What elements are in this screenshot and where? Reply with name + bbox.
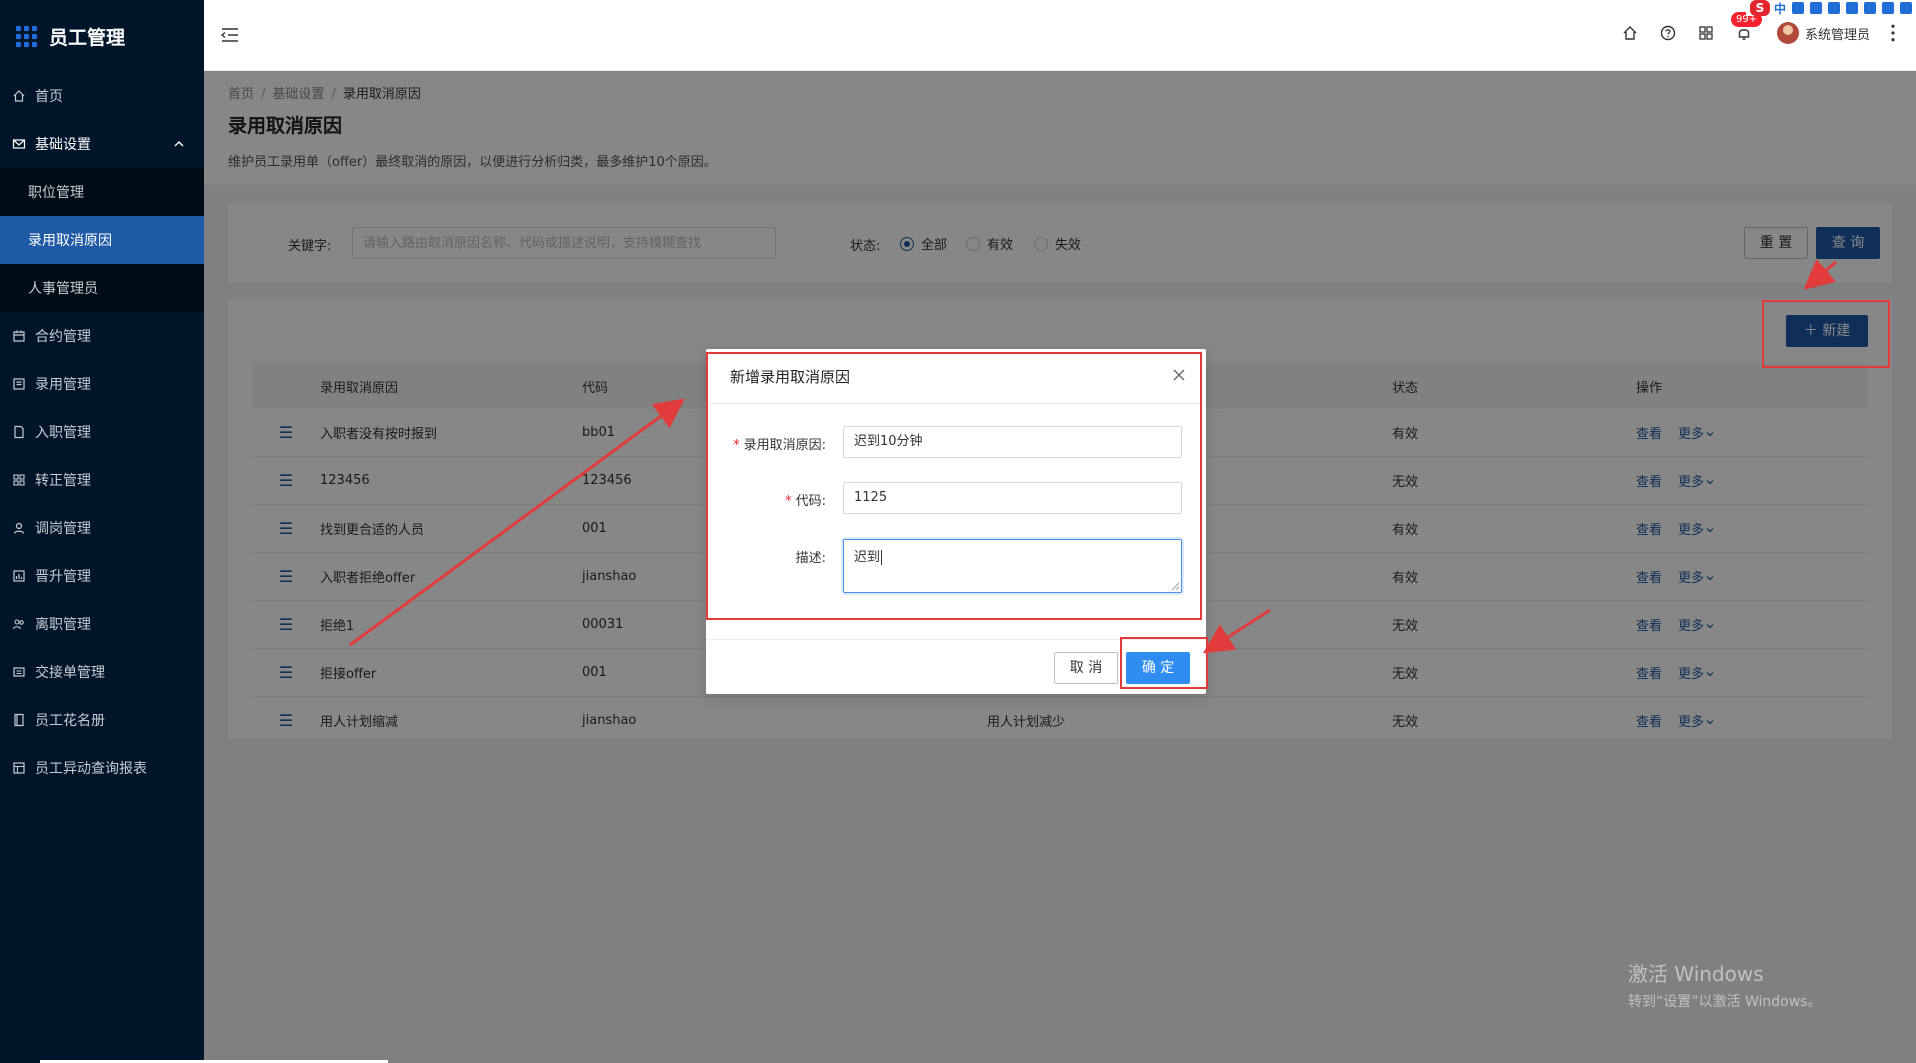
user-icon bbox=[12, 521, 26, 535]
sidebar-item-cancel-reason[interactable]: 录用取消原因 bbox=[0, 216, 204, 264]
sidebar-item-hiring[interactable]: 录用管理 bbox=[0, 360, 204, 408]
sidebar-item-label: 录用取消原因 bbox=[28, 233, 112, 249]
sidebar-item-label: 交接单管理 bbox=[35, 665, 105, 681]
sidebar-item-label: 调岗管理 bbox=[35, 521, 91, 537]
watermark-line1: 激活 Windows bbox=[1628, 962, 1764, 986]
home-icon[interactable] bbox=[1621, 24, 1639, 42]
chevron-up-icon bbox=[174, 141, 184, 147]
watermark-line2: 转到“设置”以激活 Windows。 bbox=[1628, 994, 1822, 1010]
sidebar-submenu: 职位管理 录用取消原因 人事管理员 bbox=[0, 168, 204, 312]
sidebar-item-label: 录用管理 bbox=[35, 377, 91, 393]
sidebar-item-label: 入职管理 bbox=[35, 425, 91, 441]
sidebar-item-promotion[interactable]: 晋升管理 bbox=[0, 552, 204, 600]
avatar[interactable] bbox=[1776, 22, 1799, 44]
annotation-box-new bbox=[1762, 300, 1890, 368]
ime-tool-icon[interactable] bbox=[1792, 2, 1804, 14]
sidebar-item-label: 晋升管理 bbox=[35, 569, 91, 585]
header-toolbar: 99+ 系统管理员 bbox=[1601, 12, 1902, 44]
sidebar-item-label: 员工异动查询报表 bbox=[35, 761, 147, 777]
ime-tool-icon[interactable] bbox=[1810, 2, 1822, 14]
top-header: 99+ 系统管理员 bbox=[204, 0, 1916, 71]
swap-icon bbox=[12, 665, 26, 679]
report-icon bbox=[12, 761, 26, 775]
ime-tool-icon[interactable] bbox=[1900, 2, 1912, 14]
sidebar-item-regularization[interactable]: 转正管理 bbox=[0, 456, 204, 504]
sidebar-item-contract[interactable]: 合约管理 bbox=[0, 312, 204, 360]
sogou-ime-icon[interactable]: S bbox=[1749, 0, 1770, 16]
sidebar-item-position[interactable]: 职位管理 bbox=[0, 168, 204, 216]
sidebar-item-hr-admin[interactable]: 人事管理员 bbox=[0, 264, 204, 312]
annotation-box-form bbox=[706, 352, 1202, 620]
menu-fold-icon[interactable] bbox=[220, 26, 240, 44]
chart-icon bbox=[12, 569, 26, 583]
apps-grid-icon bbox=[16, 25, 37, 47]
app-title: 员工管理 bbox=[49, 26, 126, 49]
sidebar-item-label: 人事管理员 bbox=[28, 281, 98, 297]
cancel-button[interactable]: 取 消 bbox=[1054, 652, 1118, 684]
sidebar-item-onboarding[interactable]: 入职管理 bbox=[0, 408, 204, 456]
sidebar-item-basic-settings[interactable]: 基础设置 bbox=[0, 120, 204, 168]
sidebar: 员工管理 首页 基础设置 职位管理 录用取消原因 人事管理员 合约管理 录用管理… bbox=[0, 0, 204, 1063]
sidebar-item-home[interactable]: 首页 bbox=[0, 72, 204, 120]
bell-icon[interactable]: 99+ bbox=[1730, 12, 1763, 42]
app-logo[interactable]: 员工管理 bbox=[0, 0, 204, 72]
sidebar-item-label: 合约管理 bbox=[35, 329, 91, 345]
sidebar-item-label: 转正管理 bbox=[35, 473, 91, 489]
windows-activation-watermark: 激活 Windows 转到“设置”以激活 Windows。 bbox=[1628, 958, 1821, 1011]
home-icon bbox=[12, 89, 26, 103]
sidebar-item-label: 首页 bbox=[35, 89, 63, 105]
ime-tool-icon[interactable] bbox=[1864, 2, 1876, 14]
users-icon bbox=[12, 617, 26, 631]
doc-icon bbox=[12, 377, 26, 391]
ime-toolbar: S 中 bbox=[1745, 0, 1916, 17]
sidebar-item-roster[interactable]: 员工花名册 bbox=[0, 696, 204, 744]
grid-icon bbox=[12, 473, 26, 487]
ime-tool-icon[interactable] bbox=[1882, 2, 1894, 14]
user-name[interactable]: 系统管理员 bbox=[1805, 24, 1870, 43]
sidebar-item-transfer[interactable]: 调岗管理 bbox=[0, 504, 204, 552]
ime-language[interactable]: 中 bbox=[1774, 0, 1786, 17]
mail-icon bbox=[12, 137, 26, 151]
ime-tool-icon[interactable] bbox=[1828, 2, 1840, 14]
sidebar-item-handover[interactable]: 交接单管理 bbox=[0, 648, 204, 696]
sidebar-item-label: 职位管理 bbox=[28, 185, 84, 201]
annotation-box-confirm bbox=[1120, 637, 1208, 689]
sidebar-item-label: 基础设置 bbox=[35, 137, 91, 153]
sidebar-item-resignation[interactable]: 离职管理 bbox=[0, 600, 204, 648]
sidebar-item-label: 员工花名册 bbox=[35, 713, 105, 729]
file-icon bbox=[12, 425, 26, 439]
calendar-icon bbox=[12, 329, 26, 343]
help-icon[interactable] bbox=[1659, 24, 1677, 42]
sidebar-item-change-report[interactable]: 员工异动查询报表 bbox=[0, 744, 204, 792]
book-icon bbox=[12, 713, 26, 727]
ime-tool-icon[interactable] bbox=[1846, 2, 1858, 14]
apps-icon[interactable] bbox=[1697, 24, 1715, 42]
more-vertical-icon[interactable] bbox=[1884, 24, 1902, 42]
sidebar-item-label: 离职管理 bbox=[35, 617, 91, 633]
